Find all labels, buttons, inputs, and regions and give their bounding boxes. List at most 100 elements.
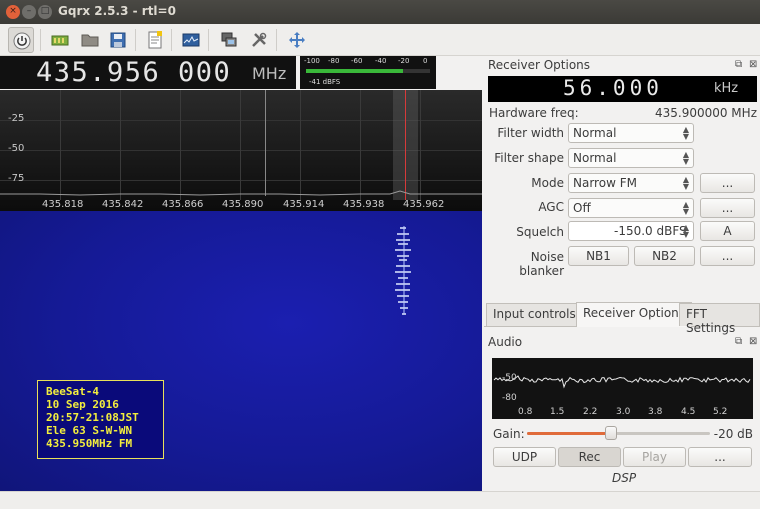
close-panel-icon[interactable]: ⊠ [749, 336, 757, 347]
window-title: Gqrx 2.5.3 - rtl=0 [58, 4, 176, 18]
hardware-freq-label: Hardware freq: [489, 106, 579, 120]
offset-digits[interactable]: 56.000 [563, 76, 663, 100]
db-label: -50 [8, 143, 25, 154]
filter-width-select[interactable]: Normal ▲ ▼ [568, 123, 694, 143]
play-button[interactable]: Play [623, 447, 686, 467]
gain-value: -20 dB [713, 427, 753, 441]
toolbar [0, 24, 760, 56]
meter-tick: -40 [375, 57, 387, 65]
dsp-settings-button[interactable] [178, 27, 204, 53]
meter-tick: 0 [423, 57, 428, 65]
audio-freq-label: 3.0 [616, 407, 631, 417]
annotation-line: 10 Sep 2016 [46, 398, 119, 411]
start-dsp-button[interactable] [8, 27, 34, 53]
tab-fft-settings[interactable]: FFT Settings [679, 303, 760, 335]
db-label: -75 [8, 173, 25, 184]
audio-db-label: -80 [502, 393, 517, 403]
mode-select[interactable]: Narrow FM ▲ ▼ [568, 173, 694, 193]
db-label: -25 [8, 113, 25, 124]
annotation-line: BeeSat-4 [46, 385, 99, 398]
mode-options-button[interactable]: ... [700, 173, 755, 193]
filter-width-value: Normal [573, 126, 617, 140]
freq-label: 435.938 [343, 199, 385, 210]
filter-offset-display[interactable]: 56.000 kHz [488, 76, 757, 102]
configure-button[interactable] [246, 27, 272, 53]
udp-button[interactable]: UDP [493, 447, 556, 467]
notes-icon [148, 31, 162, 49]
audio-freq-label: 2.2 [583, 407, 598, 417]
frequency-digits[interactable]: 435.956 000 [36, 57, 231, 88]
agc-options-button[interactable]: ... [700, 198, 755, 218]
spin-arrows-icon: ▲ ▼ [682, 125, 689, 141]
mode-label: Mode [531, 176, 564, 190]
frequency-unit: MHz [252, 64, 287, 83]
squelch-auto-button[interactable]: A [700, 221, 755, 241]
meter-tick: -60 [351, 57, 363, 65]
frequency-display[interactable]: 435.956 000 MHz [0, 56, 296, 89]
toolbar-separator [40, 29, 41, 51]
filter-shape-label: Filter shape [494, 151, 564, 165]
close-panel-icon[interactable]: ⊠ [749, 59, 757, 70]
noise-blanker-label: Noise blanker [519, 250, 564, 278]
spectrum-plot[interactable]: -25 -50 -75 435.818 435.842 435.866 435.… [0, 90, 482, 211]
nb-options-button[interactable]: ... [700, 246, 755, 266]
nb1-button[interactable]: NB1 [568, 246, 629, 266]
audio-options-button[interactable]: ... [688, 447, 752, 467]
dock-tabs: Input controls Receiver Options FFT Sett… [484, 302, 760, 335]
tab-input-controls[interactable]: Input controls [486, 303, 583, 326]
save-icon [110, 32, 126, 48]
annotation-line: 20:57-21:08JST [46, 411, 139, 424]
toolbar-separator [135, 29, 136, 51]
gain-slider-handle[interactable] [605, 426, 618, 440]
audio-panel-title: Audio [488, 335, 523, 349]
meter-bar-fill [306, 69, 403, 73]
squelch-label: Squelch [516, 225, 564, 239]
spectrum-trace [0, 190, 482, 196]
maximize-window-button[interactable]: □ [38, 5, 52, 19]
float-panel-icon[interactable]: ⧉ [735, 59, 742, 70]
tab-receiver-options[interactable]: Receiver Options [576, 302, 693, 327]
toolbar-separator [276, 29, 277, 51]
offset-unit: kHz [714, 81, 739, 96]
audio-freq-label: 5.2 [713, 407, 728, 417]
agc-select[interactable]: Off ▲ ▼ [568, 198, 694, 218]
audio-freq-label: 4.5 [681, 407, 696, 417]
remote-control-button[interactable] [216, 27, 242, 53]
squelch-spinbox[interactable]: -150.0 dBFS ▲ ▼ [568, 221, 694, 241]
audio-freq-label: 1.5 [550, 407, 565, 417]
load-settings-button[interactable] [77, 27, 103, 53]
save-settings-button[interactable] [105, 27, 131, 53]
filter-shape-value: Normal [573, 151, 617, 165]
receiver-panel-title: Receiver Options [488, 58, 591, 72]
audio-freq-label: 3.8 [648, 407, 663, 417]
signal-burst [395, 226, 411, 315]
spectrum-icon [182, 33, 200, 47]
annotation-line: Ele 63 S-W-WN [46, 424, 133, 437]
remote-notes-button[interactable] [142, 27, 168, 53]
minimize-window-button[interactable]: – [22, 5, 36, 19]
float-panel-icon[interactable]: ⧉ [735, 336, 742, 347]
filter-shape-select[interactable]: Normal ▲ ▼ [568, 148, 694, 168]
meter-tick: -20 [398, 57, 410, 65]
nb2-button[interactable]: NB2 [634, 246, 695, 266]
power-icon [13, 32, 31, 50]
spin-arrows-icon: ▲ ▼ [682, 150, 689, 166]
hardware-icon [51, 35, 69, 46]
freq-label: 435.818 [42, 199, 84, 210]
annotation-line: 435.950MHz FM [46, 437, 133, 450]
meter-tick: -100 [304, 57, 320, 65]
signal-meter: -100 -80 -60 -40 -20 0 -41 dBFS [300, 56, 436, 89]
title-bar: × – □ Gqrx 2.5.3 - rtl=0 [0, 0, 760, 24]
freq-label: 435.842 [102, 199, 144, 210]
gqrx-window: × – □ Gqrx 2.5.3 - rtl=0 435.956 000 MHz… [0, 0, 760, 509]
annotation-box: BeeSat-4 10 Sep 2016 20:57-21:08JST Ele … [37, 380, 164, 459]
hardware-freq-value: 435.900000 MHz [654, 106, 757, 120]
fullscreen-icon [289, 32, 305, 48]
close-window-button[interactable]: × [6, 5, 20, 19]
filter-width-label: Filter width [497, 126, 564, 140]
fullscreen-button[interactable] [284, 27, 310, 53]
gain-slider-fill [527, 432, 612, 435]
io-devices-button[interactable] [47, 27, 73, 53]
audio-freq-label: 0.8 [518, 407, 533, 417]
record-button[interactable]: Rec [558, 447, 621, 467]
